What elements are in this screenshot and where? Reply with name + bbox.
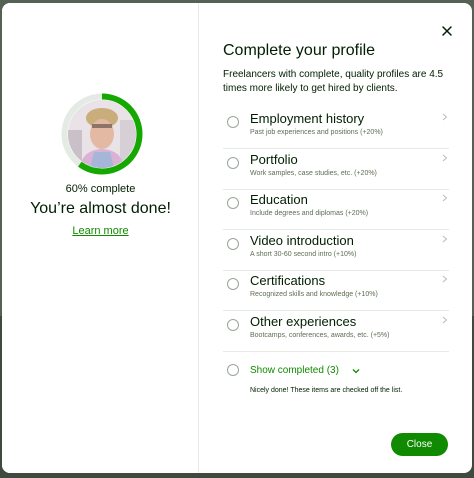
progress-headline: You’re almost done! [30,200,171,217]
item-subtitle: A short 30-60 second intro (+10%) [250,251,357,258]
progress-pane: 60% complete You’re almost done! Learn m… [2,3,199,473]
chevron-right-icon [442,316,448,324]
checkbox-circle-icon [227,197,239,209]
chevron-down-icon[interactable] [352,368,360,374]
checklist-item-portfolio[interactable]: Portfolio Work samples, case studies, et… [223,150,449,190]
checkbox-circle-icon [227,278,239,290]
progress-label: 60% complete [65,183,136,195]
checkbox-circle-icon [227,116,239,128]
item-title: Other experiences [250,314,357,329]
checklist-item-video-introduction[interactable]: Video introduction A short 30-60 second … [223,231,449,271]
completed-circle-icon [227,364,239,376]
checkbox-circle-icon [227,157,239,169]
item-title: Portfolio [250,152,298,167]
item-title: Certifications [250,273,326,288]
item-subtitle: Work samples, case studies, etc. (+20%) [250,170,377,177]
modal-intro: Freelancers with complete, quality profi… [223,69,444,94]
item-title: Video introduction [250,233,354,248]
close-button[interactable]: Close [391,433,448,456]
chevron-right-icon [442,275,448,283]
item-subtitle: Past job experiences and positions (+20%… [250,129,383,136]
chevron-right-icon [442,113,448,121]
item-title: Employment history [250,111,365,126]
complete-profile-modal: 60% complete You’re almost done! Learn m… [2,3,472,473]
checkbox-circle-icon [227,238,239,250]
checklist-item-employment-history[interactable]: Employment history Past job experiences … [223,109,449,149]
chevron-right-icon [442,154,448,162]
item-subtitle: Recognized skills and knowledge (+10%) [250,291,378,298]
checklist-item-education[interactable]: Education Include degrees and diplomas (… [223,190,449,230]
progress-ring [61,93,143,175]
completed-note: Nicely done! These items are checked off… [250,387,403,394]
item-title: Education [250,192,308,207]
item-subtitle: Include degrees and diplomas (+20%) [250,210,369,217]
chevron-right-icon [442,235,448,243]
avatar-picture [68,100,136,168]
close-icon[interactable] [439,23,455,39]
modal-title: Complete your profile [223,42,376,59]
item-subtitle: Bootcamps, conferences, awards, etc. (+5… [250,332,390,339]
checklist-item-certifications[interactable]: Certifications Recognized skills and kno… [223,271,449,311]
checkbox-circle-icon [227,319,239,331]
checklist-item-other-experiences[interactable]: Other experiences Bootcamps, conferences… [223,312,449,352]
chevron-right-icon [442,194,448,202]
show-completed-toggle[interactable]: Show completed (3) [250,365,339,376]
learn-more-link[interactable]: Learn more [2,225,199,237]
avatar [68,100,136,168]
